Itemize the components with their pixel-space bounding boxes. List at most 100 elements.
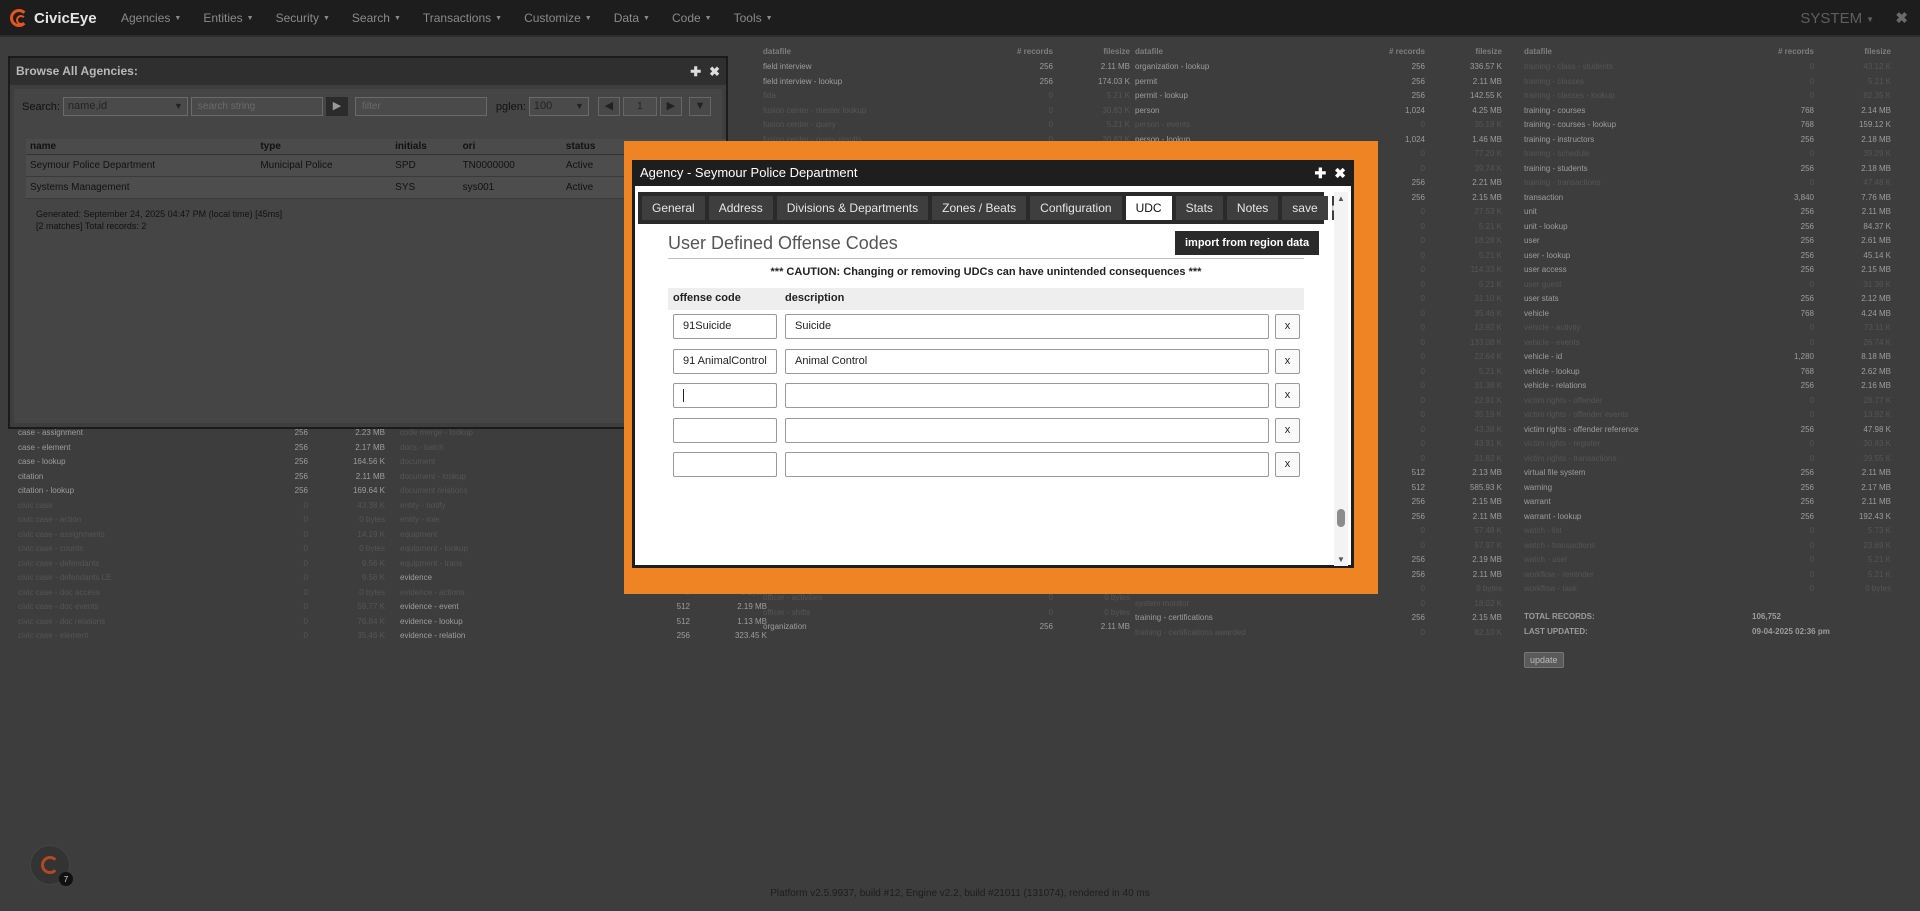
stats-row: officer - shifts 0 0 bytes bbox=[763, 606, 1130, 621]
stats-row: civic case - doc relations 0 76.84 K bbox=[18, 615, 385, 630]
search-field-value: name,id bbox=[67, 100, 108, 112]
scroll-up-icon[interactable]: ▲ bbox=[1337, 194, 1345, 203]
chat-launcher[interactable]: 7 bbox=[30, 845, 73, 886]
tab-notes[interactable]: Notes bbox=[1226, 196, 1279, 220]
datafile-name: fida bbox=[763, 91, 776, 100]
column-header-ori[interactable]: ori bbox=[458, 139, 562, 155]
file-size: 5.21 K bbox=[1478, 366, 1502, 376]
datafile-name: virtual file system bbox=[1524, 468, 1586, 477]
stats-row: training - certifications 256 2.15 MB bbox=[1135, 611, 1502, 626]
update-button[interactable]: update bbox=[1524, 652, 1564, 668]
close-icon[interactable]: ✖ bbox=[1895, 0, 1908, 37]
column-header-name[interactable]: name bbox=[26, 139, 257, 155]
add-icon[interactable]: ✚ bbox=[1315, 165, 1327, 181]
table-row[interactable]: Systems ManagementSYSsys001ActiveAG01148… bbox=[26, 176, 726, 199]
file-size: 14.19 K bbox=[357, 529, 385, 539]
offense-code-input[interactable] bbox=[673, 417, 777, 443]
nav-item-customize[interactable]: Customize ▼ bbox=[513, 0, 603, 37]
delete-row-button[interactable]: x bbox=[1275, 314, 1300, 339]
prev-page-button[interactable]: ◀ bbox=[597, 97, 620, 116]
delete-row-button[interactable]: x bbox=[1275, 383, 1300, 408]
delete-row-button[interactable]: x bbox=[1275, 452, 1300, 477]
tab-configuration[interactable]: Configuration bbox=[1030, 196, 1122, 220]
tab-stats[interactable]: Stats bbox=[1175, 196, 1223, 220]
search-go-button[interactable]: ▶ bbox=[325, 97, 348, 116]
record-count: 0 bbox=[1048, 607, 1053, 617]
column-header-initials[interactable]: initials bbox=[391, 139, 459, 155]
datafile-name: permit bbox=[1135, 76, 1158, 86]
stats-row: civic case - doc access 0 0 bytes bbox=[18, 586, 385, 601]
close-icon[interactable]: ✖ bbox=[709, 64, 720, 79]
tab-divisions-departments[interactable]: Divisions & Departments bbox=[776, 196, 929, 220]
datafile-name: training - transactions bbox=[1524, 178, 1601, 187]
search-field-select[interactable]: name,id ▼ bbox=[62, 97, 188, 116]
save-button[interactable]: save bbox=[1282, 196, 1328, 220]
nav-item-agencies[interactable]: Agencies ▼ bbox=[110, 0, 192, 37]
column-header-status[interactable]: status bbox=[561, 139, 625, 155]
stats-row: watch - list 0 5.73 K bbox=[1524, 524, 1891, 539]
file-size: 39.74 K bbox=[1474, 163, 1502, 173]
file-size: 76.84 K bbox=[357, 616, 385, 626]
pglen-select[interactable]: 100 ▼ bbox=[528, 97, 589, 116]
offense-code-input[interactable] bbox=[673, 383, 777, 408]
delete-row-button[interactable]: x bbox=[1275, 417, 1300, 443]
description-input[interactable]: Animal Control bbox=[785, 348, 1269, 374]
close-icon[interactable]: ✖ bbox=[1334, 165, 1346, 181]
file-size: 35.19 K bbox=[1474, 120, 1502, 129]
nav-item-code[interactable]: Code ▼ bbox=[661, 0, 723, 37]
page-number-input[interactable]: 1 bbox=[622, 97, 657, 116]
datafile-name: document - lookup bbox=[400, 471, 466, 481]
file-size: 2.14 MB bbox=[1861, 105, 1891, 115]
stats-row: training - classes - lookup 0 82.35 K bbox=[1524, 89, 1891, 104]
table-row[interactable]: Seymour Police Department Municipal Polic… bbox=[26, 154, 726, 177]
stats-row: training - students 256 2.18 MB bbox=[1524, 162, 1891, 177]
next-page-button[interactable]: ▶ bbox=[659, 97, 682, 116]
nav-item-tools[interactable]: Tools ▼ bbox=[723, 0, 784, 37]
file-size: 5.21 K bbox=[1478, 250, 1502, 260]
nav-item-search[interactable]: Search ▼ bbox=[341, 0, 412, 37]
app-logo[interactable]: CivicEye bbox=[10, 7, 97, 29]
tab-zones-beats[interactable]: Zones / Beats bbox=[932, 196, 1027, 220]
scrollbar-thumb[interactable] bbox=[1337, 509, 1345, 527]
tab-udc[interactable]: UDC bbox=[1125, 196, 1172, 220]
import-from-region-button[interactable]: import from region data bbox=[1175, 231, 1320, 255]
nav-item-security[interactable]: Security ▼ bbox=[265, 0, 341, 37]
nav-item-transactions[interactable]: Transactions ▼ bbox=[412, 0, 513, 37]
offense-code-input[interactable]: 91Suicide bbox=[673, 314, 777, 339]
tab-address[interactable]: Address bbox=[708, 196, 773, 220]
file-size: 2.12 MB bbox=[1861, 294, 1891, 303]
description-input[interactable] bbox=[785, 417, 1269, 443]
datafile-name: civic case - action bbox=[18, 515, 82, 524]
record-count: 256 bbox=[1800, 134, 1814, 144]
offense-code-input[interactable] bbox=[673, 452, 777, 477]
stats-row: permit - lookup 256 142.55 K bbox=[1135, 89, 1502, 104]
stats-row: citation - lookup 256 169.64 K bbox=[18, 484, 385, 499]
tab-general[interactable]: General bbox=[642, 196, 705, 220]
file-size: 5.21 K bbox=[1478, 279, 1502, 289]
record-count: 256 bbox=[1800, 250, 1814, 260]
nav-item-data[interactable]: Data ▼ bbox=[603, 0, 661, 37]
offense-code-input[interactable]: 91 AnimalControl bbox=[673, 348, 777, 374]
description-input[interactable] bbox=[785, 383, 1269, 408]
stats-row: civic case 0 43.38 K bbox=[18, 499, 385, 514]
file-size: 1.13 MB bbox=[737, 616, 767, 626]
stats-row: system monitor 0 18.02 K bbox=[1135, 597, 1502, 612]
modal-scrollbar[interactable]: ▲ ▼ bbox=[1334, 192, 1348, 566]
scroll-down-icon[interactable]: ▼ bbox=[1337, 555, 1345, 564]
generated-info: Generated: September 24, 2025 04:47 PM (… bbox=[36, 208, 282, 232]
file-size: 43.38 K bbox=[1474, 424, 1502, 434]
record-count: 0 bbox=[303, 573, 308, 582]
more-options-button[interactable]: ▼ bbox=[688, 97, 711, 116]
filter-input[interactable]: filter bbox=[354, 97, 487, 116]
user-menu[interactable]: SYSTEM ▼ bbox=[1800, 0, 1874, 38]
nav-item-entities[interactable]: Entities ▼ bbox=[192, 0, 264, 37]
datafile-name: victim rights - offender events bbox=[1524, 410, 1629, 419]
delete-row-button[interactable]: x bbox=[1275, 348, 1300, 374]
file-size: 27.53 K bbox=[1474, 207, 1502, 216]
column-header-type[interactable]: type bbox=[256, 139, 392, 155]
description-input[interactable] bbox=[785, 452, 1269, 477]
description-input[interactable]: Suicide bbox=[785, 314, 1269, 339]
table-cell: sys001 bbox=[458, 176, 562, 199]
search-input[interactable]: search string bbox=[190, 97, 323, 116]
add-icon[interactable]: ✚ bbox=[690, 64, 701, 79]
